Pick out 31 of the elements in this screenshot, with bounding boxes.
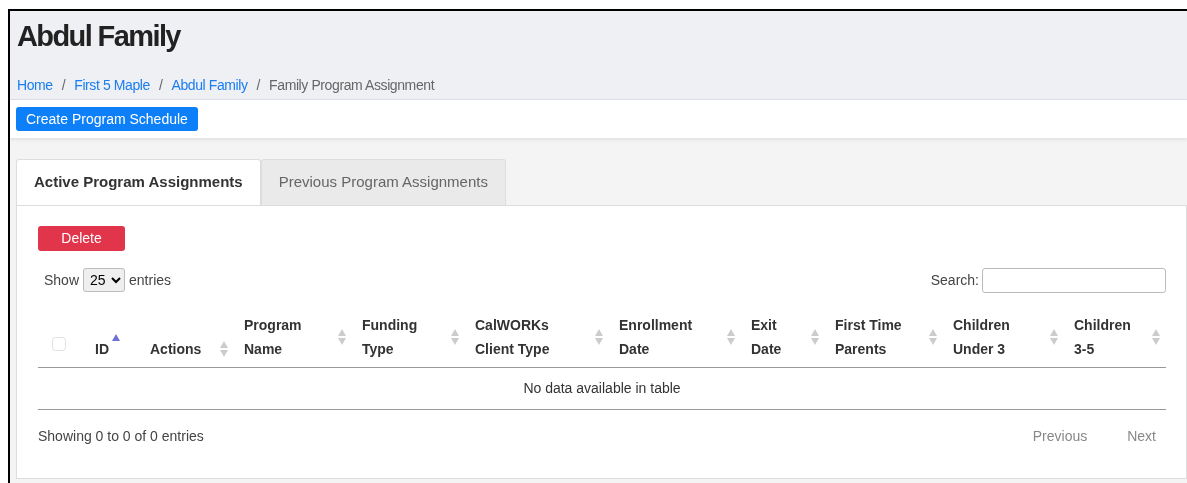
column-header[interactable]: Funding Type bbox=[362, 312, 432, 361]
search-label: Search: bbox=[930, 270, 979, 290]
entries-select[interactable]: 25 bbox=[83, 268, 126, 292]
empty-message: No data available in table bbox=[38, 367, 1166, 409]
page-title: Abdul Family bbox=[17, 19, 182, 54]
column-header[interactable]: ID bbox=[95, 336, 109, 361]
breadcrumb-link[interactable]: Abdul Family bbox=[171, 75, 248, 96]
column-header[interactable]: Enrollment Date bbox=[619, 312, 709, 361]
column-header[interactable]: Exit Date bbox=[751, 312, 791, 361]
tab[interactable]: Active Program Assignments bbox=[16, 159, 261, 205]
column-header[interactable]: Program Name bbox=[244, 312, 314, 361]
column-header[interactable]: Children 3-5 bbox=[1074, 312, 1134, 361]
column-header[interactable]: CalWORKs Client Type bbox=[475, 312, 575, 361]
breadcrumb-current: Family Program Assignment bbox=[269, 76, 435, 95]
create-schedule-button[interactable]: Create Program Schedule bbox=[16, 107, 198, 131]
delete-button[interactable]: Delete bbox=[38, 225, 125, 251]
breadcrumb-separator: / bbox=[158, 76, 163, 95]
sort-icon[interactable] bbox=[112, 332, 120, 342]
entries-label: entries bbox=[129, 270, 172, 290]
select-all-checkbox[interactable] bbox=[52, 336, 66, 351]
breadcrumb-link[interactable]: First 5 Maple bbox=[74, 75, 150, 96]
tab[interactable]: Previous Program Assignments bbox=[260, 159, 506, 205]
breadcrumb-separator: / bbox=[256, 76, 261, 95]
search-field[interactable] bbox=[982, 267, 1166, 293]
breadcrumb-link[interactable]: Home bbox=[17, 75, 53, 96]
show-label: Show bbox=[44, 270, 80, 290]
column-header[interactable]: Actions bbox=[150, 336, 202, 361]
table-info: Showing 0 to 0 of 0 entries bbox=[38, 426, 204, 446]
breadcrumb-separator: / bbox=[61, 76, 66, 95]
column-header[interactable]: Children Under 3 bbox=[953, 312, 1025, 361]
column-header[interactable]: First Time Parents bbox=[835, 312, 925, 361]
